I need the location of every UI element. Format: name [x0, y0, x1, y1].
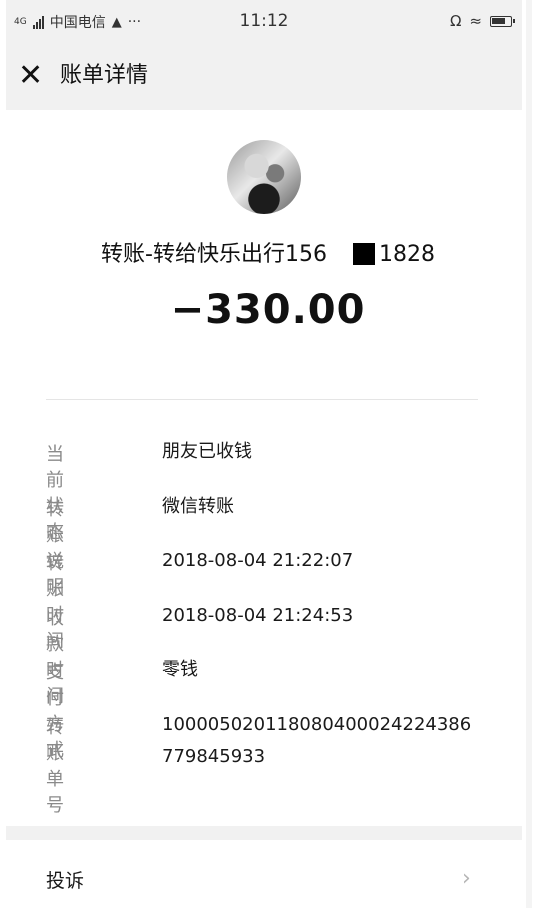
redaction-block: [352, 243, 375, 265]
detail-value-note: 微信转账: [162, 496, 234, 517]
bill-detail-page: 4G 中国电信 ▲ ··· 11:12 Ω ≈ ✕ 账单详情 转账-转给快乐出行…: [0, 0, 536, 908]
payee-prefix: 转账-转给快乐出行156: [101, 242, 327, 267]
close-icon[interactable]: ✕: [18, 61, 48, 91]
avatar: [227, 140, 301, 214]
headphones-icon: Ω: [449, 12, 462, 30]
detail-value-receive-time: 2018-08-04 21:24:53: [162, 605, 354, 626]
amount: −330.00: [170, 287, 366, 333]
section-gap: [6, 826, 522, 840]
payee-suffix: 1828: [378, 242, 435, 267]
detail-value-payment-method: 零钱: [162, 659, 198, 680]
detail-value-transfer-time: 2018-08-04 21:22:07: [162, 550, 354, 571]
wifi-icon: ≈: [469, 12, 482, 30]
chevron-right-icon: ›: [462, 866, 471, 891]
status-time: 11:12: [239, 11, 289, 31]
detail-label-transfer-id: 转账单号: [46, 717, 64, 816]
status-bar: 4G 中国电信 ▲ ··· 11:12 Ω ≈: [6, 0, 522, 44]
detail-value-status: 朋友已收钱: [162, 441, 252, 462]
divider: [46, 399, 478, 400]
complaint-label: 投诉: [46, 870, 85, 892]
screen-edge: [522, 0, 536, 908]
battery-icon: [490, 15, 515, 27]
complaint-row[interactable]: 投诉 ›: [0, 840, 522, 908]
header: ✕ 账单详情: [6, 44, 522, 110]
status-right: Ω ≈: [449, 12, 515, 30]
page-title: 账单详情: [60, 63, 149, 88]
payee-line: 转账-转给快乐出行156 1828: [0, 236, 536, 268]
detail-value-transfer-id: 100005020118080400024224386779845933: [162, 714, 472, 767]
